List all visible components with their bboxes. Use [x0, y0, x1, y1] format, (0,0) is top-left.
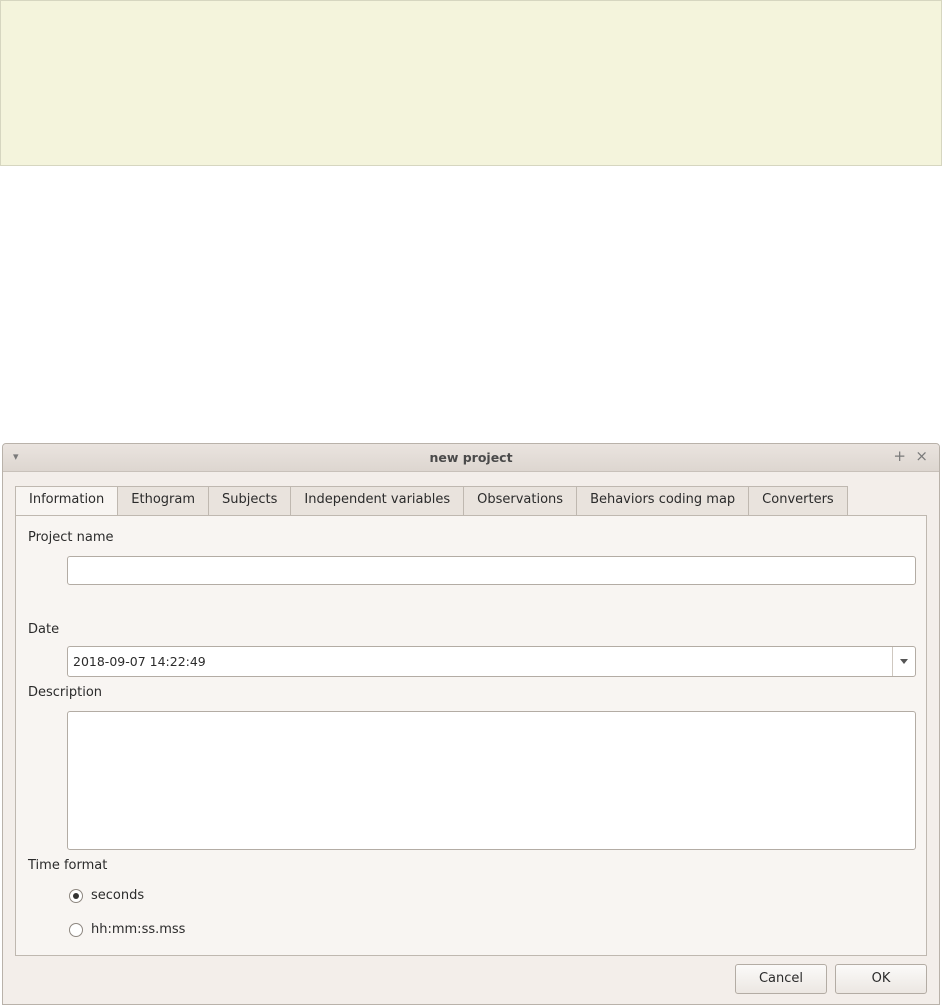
description-textarea[interactable] [67, 711, 916, 850]
project-name-label: Project name [28, 530, 114, 545]
date-dropdown-button[interactable] [892, 647, 915, 676]
date-value: 2018-09-07 14:22:49 [73, 654, 206, 669]
radio-button-checked[interactable] [69, 888, 83, 903]
date-label: Date [28, 622, 60, 637]
title-bar[interactable]: ▾ new project + × [3, 444, 939, 472]
time-format-label: Time format [28, 858, 108, 873]
pin-icon[interactable]: + [893, 447, 906, 465]
tab-information[interactable]: Information [15, 486, 119, 517]
tab-converters[interactable]: Converters [749, 486, 848, 516]
notification-banner [0, 0, 942, 166]
radio-hhmmss[interactable]: hh:mm:ss.mss [69, 922, 185, 937]
chevron-down-icon [900, 659, 908, 664]
tab-behaviors-coding-map[interactable]: Behaviors coding map [577, 486, 750, 516]
information-panel: Project name Date 2018-09-07 14:22:49 De… [15, 515, 927, 956]
tab-observations[interactable]: Observations [464, 486, 578, 516]
radio-seconds-label: seconds [91, 888, 145, 903]
project-name-input[interactable] [67, 556, 916, 585]
window-title: new project [429, 450, 513, 465]
tab-bar: Information Ethogram Subjects Independen… [15, 486, 848, 517]
close-icon[interactable]: × [915, 447, 928, 465]
description-label: Description [28, 685, 103, 700]
radio-hhmmss-label: hh:mm:ss.mss [91, 922, 186, 937]
tab-ethogram[interactable]: Ethogram [118, 486, 209, 516]
cancel-button[interactable]: Cancel [735, 964, 827, 994]
tab-subjects[interactable]: Subjects [209, 486, 292, 516]
new-project-dialog: ▾ new project + × Information Ethogram S… [2, 443, 940, 1005]
radio-button[interactable] [69, 922, 83, 937]
radio-seconds[interactable]: seconds [69, 888, 144, 903]
ok-button[interactable]: OK [835, 964, 927, 994]
tab-independent-variables[interactable]: Independent variables [291, 486, 465, 516]
date-select[interactable]: 2018-09-07 14:22:49 [67, 646, 916, 677]
